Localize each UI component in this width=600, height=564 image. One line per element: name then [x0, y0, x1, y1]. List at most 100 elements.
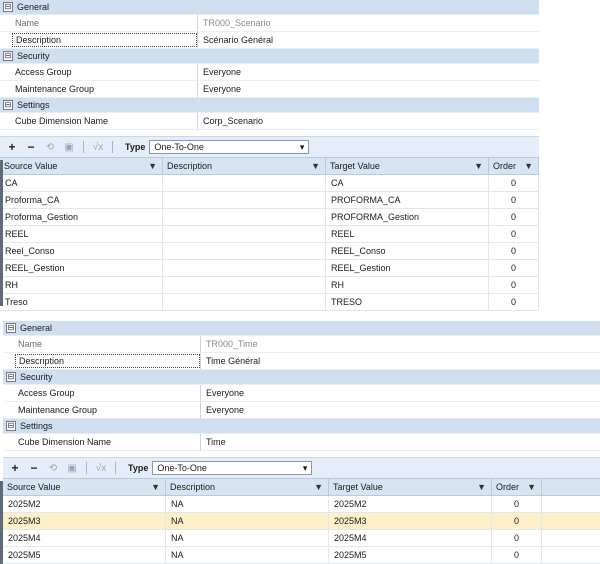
- filter-icon[interactable]: ▼: [477, 482, 486, 492]
- table-row[interactable]: CA CA 0: [0, 175, 539, 192]
- prop-row-access-group[interactable]: Access Group Everyone: [3, 385, 600, 402]
- table-row[interactable]: REEL REEL 0: [0, 226, 539, 243]
- prop-description-value[interactable]: Time Général: [201, 353, 260, 369]
- table-row[interactable]: Proforma_Gestion PROFORMA_Gestion 0: [0, 209, 539, 226]
- refresh-icon[interactable]: ⟲: [45, 460, 61, 476]
- table-row[interactable]: 2025M5 NA 2025M5 0: [3, 547, 600, 564]
- target-value-cell[interactable]: 2025M3: [329, 513, 492, 529]
- type-dropdown[interactable]: One-To-One ▾: [149, 140, 310, 154]
- section-settings-header[interactable]: ⊟ Settings: [3, 419, 600, 434]
- order-cell[interactable]: 0: [489, 294, 539, 310]
- source-value-cell[interactable]: Reel_Conso: [0, 243, 163, 259]
- order-cell[interactable]: 0: [489, 277, 539, 293]
- prop-maint-value[interactable]: Everyone: [198, 81, 241, 97]
- description-cell[interactable]: [163, 277, 326, 293]
- prop-row-cube-dimension[interactable]: Cube Dimension Name Time: [3, 434, 600, 451]
- column-header-order[interactable]: Order ▼: [489, 158, 539, 174]
- prop-maint-value[interactable]: Everyone: [201, 402, 244, 418]
- order-cell[interactable]: 0: [492, 513, 542, 529]
- source-value-cell[interactable]: 2025M2: [3, 496, 166, 512]
- order-cell[interactable]: 0: [489, 243, 539, 259]
- target-value-cell[interactable]: REEL_Gestion: [326, 260, 489, 276]
- column-header-target[interactable]: Target Value ▼: [326, 158, 489, 174]
- prop-row-maintenance-group[interactable]: Maintenance Group Everyone: [3, 402, 600, 419]
- section-general-header[interactable]: ⊟ General: [0, 0, 539, 15]
- source-value-cell[interactable]: Proforma_Gestion: [0, 209, 163, 225]
- column-header-target[interactable]: Target Value ▼: [329, 479, 492, 495]
- formula-icon[interactable]: √x: [90, 139, 106, 155]
- column-header-source[interactable]: Source Value ▼: [0, 158, 163, 174]
- remove-icon[interactable]: −: [26, 460, 42, 476]
- target-value-cell[interactable]: 2025M5: [329, 547, 492, 563]
- collapse-icon[interactable]: ⊟: [3, 51, 13, 61]
- description-cell[interactable]: NA: [166, 547, 329, 563]
- refresh-icon[interactable]: ⟲: [42, 139, 58, 155]
- order-cell[interactable]: 0: [492, 530, 542, 546]
- filter-icon[interactable]: ▼: [527, 482, 536, 492]
- column-header-order[interactable]: Order ▼: [492, 479, 542, 495]
- source-value-cell[interactable]: REEL: [0, 226, 163, 242]
- description-cell[interactable]: [163, 209, 326, 225]
- section-settings-header[interactable]: ⊟ Settings: [0, 98, 539, 113]
- description-cell[interactable]: [163, 243, 326, 259]
- collapse-icon[interactable]: ⊟: [3, 100, 13, 110]
- source-value-cell[interactable]: 2025M3: [3, 513, 166, 529]
- table-row[interactable]: REEL_Gestion REEL_Gestion 0: [0, 260, 539, 277]
- description-cell[interactable]: NA: [166, 496, 329, 512]
- save-icon[interactable]: ▣: [64, 460, 80, 476]
- prop-cube-value[interactable]: Corp_Scenario: [198, 113, 263, 129]
- prop-row-description[interactable]: Description Scénario Général: [0, 32, 539, 49]
- filter-icon[interactable]: ▼: [524, 161, 533, 171]
- filter-icon[interactable]: ▼: [148, 161, 157, 171]
- table-row[interactable]: Proforma_CA PROFORMA_CA 0: [0, 192, 539, 209]
- target-value-cell[interactable]: RH: [326, 277, 489, 293]
- target-value-cell[interactable]: PROFORMA_Gestion: [326, 209, 489, 225]
- order-cell[interactable]: 0: [492, 547, 542, 563]
- source-value-cell[interactable]: RH: [0, 277, 163, 293]
- target-value-cell[interactable]: REEL_Conso: [326, 243, 489, 259]
- target-value-cell[interactable]: REEL: [326, 226, 489, 242]
- target-value-cell[interactable]: 2025M2: [329, 496, 492, 512]
- filter-icon[interactable]: ▼: [151, 482, 160, 492]
- description-cell[interactable]: NA: [166, 530, 329, 546]
- filter-icon[interactable]: ▼: [314, 482, 323, 492]
- description-cell[interactable]: NA: [166, 513, 329, 529]
- add-icon[interactable]: +: [7, 460, 23, 476]
- prop-row-access-group[interactable]: Access Group Everyone: [0, 64, 539, 81]
- prop-row-maintenance-group[interactable]: Maintenance Group Everyone: [0, 81, 539, 98]
- order-cell[interactable]: 0: [489, 260, 539, 276]
- section-security-header[interactable]: ⊟ Security: [3, 370, 600, 385]
- source-value-cell[interactable]: Treso: [0, 294, 163, 310]
- prop-row-cube-dimension[interactable]: Cube Dimension Name Corp_Scenario: [0, 113, 539, 130]
- prop-access-value[interactable]: Everyone: [201, 385, 244, 401]
- target-value-cell[interactable]: CA: [326, 175, 489, 191]
- description-cell[interactable]: [163, 175, 326, 191]
- section-security-header[interactable]: ⊟ Security: [0, 49, 539, 64]
- order-cell[interactable]: 0: [489, 226, 539, 242]
- table-row[interactable]: RH RH 0: [0, 277, 539, 294]
- save-icon[interactable]: ▣: [61, 139, 77, 155]
- description-cell[interactable]: [163, 294, 326, 310]
- source-value-cell[interactable]: CA: [0, 175, 163, 191]
- column-header-description[interactable]: Description ▼: [163, 158, 326, 174]
- remove-icon[interactable]: −: [23, 139, 39, 155]
- table-row[interactable]: 2025M3 NA 2025M3 0: [3, 513, 600, 530]
- filter-icon[interactable]: ▼: [311, 161, 320, 171]
- description-cell[interactable]: [163, 192, 326, 208]
- collapse-icon[interactable]: ⊟: [6, 323, 16, 333]
- source-value-cell[interactable]: Proforma_CA: [0, 192, 163, 208]
- order-cell[interactable]: 0: [489, 192, 539, 208]
- add-icon[interactable]: +: [4, 139, 20, 155]
- order-cell[interactable]: 0: [489, 175, 539, 191]
- collapse-icon[interactable]: ⊟: [6, 421, 16, 431]
- prop-description-value[interactable]: Scénario Général: [198, 32, 273, 48]
- source-value-cell[interactable]: 2025M5: [3, 547, 166, 563]
- prop-access-value[interactable]: Everyone: [198, 64, 241, 80]
- prop-cube-value[interactable]: Time: [201, 434, 226, 450]
- formula-icon[interactable]: √x: [93, 460, 109, 476]
- column-header-source[interactable]: Source Value ▼: [3, 479, 166, 495]
- order-cell[interactable]: 0: [489, 209, 539, 225]
- collapse-icon[interactable]: ⊟: [3, 2, 13, 12]
- description-cell[interactable]: [163, 226, 326, 242]
- target-value-cell[interactable]: 2025M4: [329, 530, 492, 546]
